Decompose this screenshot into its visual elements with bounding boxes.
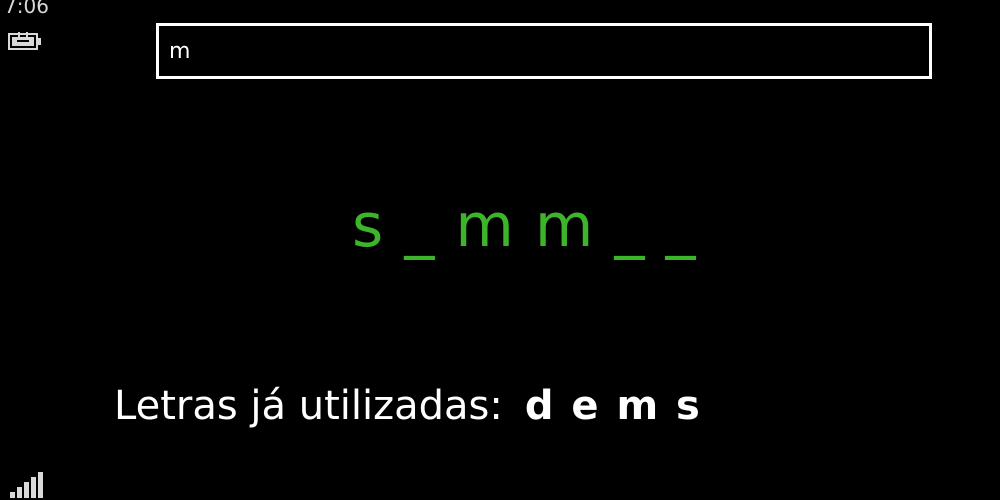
guess-input-box[interactable]: [156, 23, 932, 79]
used-letters: d e m s: [524, 383, 702, 429]
used-letters-label: Letras já utilizadas:: [114, 383, 503, 429]
masked-word: s _ m m _ _: [352, 191, 697, 261]
guess-input[interactable]: [169, 26, 909, 76]
signal-strength-icon: [10, 472, 43, 498]
battery-charging-icon: [8, 32, 41, 50]
game-screen: 7:06 s _ m m _ _ Letras já utilizadas: d …: [0, 0, 1000, 500]
used-letters-row: Letras já utilizadas: d e m s: [114, 376, 702, 436]
status-time: 7:06: [4, 0, 49, 18]
